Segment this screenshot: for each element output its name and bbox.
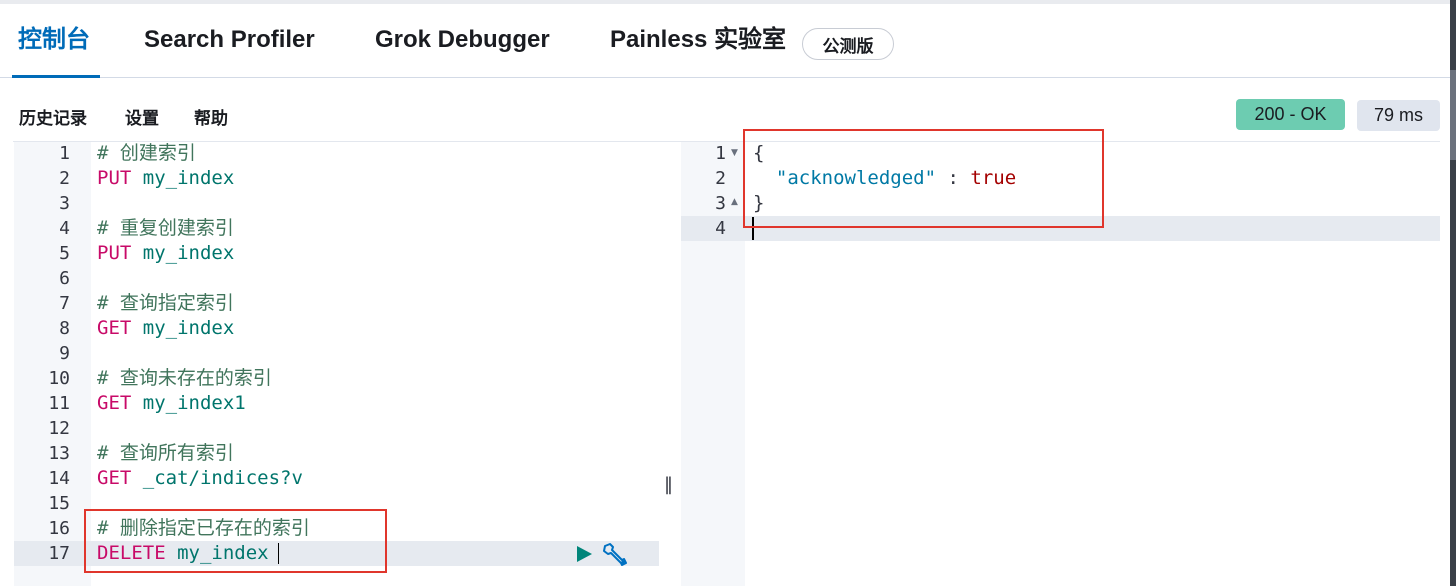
request-path: my_index (142, 242, 235, 264)
request-line-number: 14 (48, 468, 70, 489)
request-line-number: 17 (48, 543, 70, 564)
page-scrollbar[interactable] (1450, 0, 1456, 586)
tab-painless-lab[interactable]: Painless 实验室 (610, 24, 786, 56)
scrollbar-thumb[interactable] (1450, 70, 1456, 160)
code-line[interactable]: GET _cat/indices?v (97, 466, 303, 491)
http-method: GET (97, 467, 132, 489)
code-comment: # 删除指定已存在的索引 (97, 517, 310, 539)
beta-badge: 公测版 (802, 28, 894, 60)
response-line-number: 1 (715, 143, 726, 164)
json-open-brace: { (753, 142, 765, 164)
dev-tools-tabs: 控制台 Search Profiler Grok Debugger Painle… (0, 4, 1450, 78)
request-line-number: 9 (59, 343, 70, 364)
request-path: _cat/indices?v (142, 467, 303, 489)
request-line-number: 12 (48, 418, 70, 439)
help-link[interactable]: 帮助 (194, 104, 228, 129)
request-path: my_index (142, 317, 235, 339)
code-comment: # 创建索引 (97, 142, 196, 164)
json-line: "acknowledged" : true (753, 166, 1016, 191)
request-path: my_index (142, 167, 235, 189)
code-line[interactable]: GET my_index1 (97, 391, 246, 416)
request-line-number: 7 (59, 293, 70, 314)
response-line-number: 2 (715, 168, 726, 189)
history-link[interactable]: 历史记录 (19, 104, 87, 129)
request-line-number: 2 (59, 168, 70, 189)
http-method: PUT (97, 242, 132, 264)
code-comment: # 查询所有索引 (97, 442, 234, 464)
code-line[interactable]: GET my_index (97, 316, 234, 341)
code-line[interactable]: PUT my_index (97, 241, 234, 266)
request-line-number: 13 (48, 443, 70, 464)
wrench-icon[interactable] (601, 542, 627, 566)
request-line-number: 16 (48, 518, 70, 539)
code-line[interactable]: # 查询所有索引 (97, 441, 234, 466)
json-colon: : (936, 167, 971, 189)
request-line-number: 10 (48, 368, 70, 389)
code-line[interactable]: # 删除指定已存在的索引 (97, 516, 310, 541)
tab-grok-debugger[interactable]: Grok Debugger (375, 24, 550, 56)
request-line-number: 8 (59, 318, 70, 339)
http-method: PUT (97, 167, 132, 189)
http-method: GET (97, 392, 132, 414)
fold-expand-icon[interactable]: ▲ (731, 197, 738, 207)
code-line[interactable]: # 查询未存在的索引 (97, 366, 272, 391)
resize-handle-icon[interactable]: ‖ (664, 474, 673, 495)
response-text-cursor (752, 217, 754, 240)
request-text-cursor (278, 543, 279, 564)
request-path: my_index (177, 542, 269, 564)
code-line[interactable]: DELETE my_index (97, 541, 269, 566)
active-tab-indicator (12, 75, 100, 78)
code-comment: # 重复创建索引 (97, 217, 234, 239)
json-value: true (970, 167, 1017, 189)
play-icon[interactable] (574, 544, 594, 564)
request-time-badge: 79 ms (1357, 100, 1440, 131)
http-method: DELETE (97, 542, 166, 564)
request-line-number: 15 (48, 493, 70, 514)
request-line-number: 5 (59, 243, 70, 264)
request-line-number: 6 (59, 268, 70, 289)
code-comment: # 查询指定索引 (97, 292, 234, 314)
code-line[interactable]: # 创建索引 (97, 141, 196, 166)
request-line-number: 3 (59, 193, 70, 214)
code-line[interactable]: PUT my_index (97, 166, 234, 191)
json-close-brace: } (753, 192, 765, 214)
code-line[interactable]: # 查询指定索引 (97, 291, 234, 316)
response-active-line-highlight (681, 216, 1440, 241)
status-badge: 200 - OK (1236, 99, 1345, 130)
request-path: my_index1 (142, 392, 246, 414)
fold-collapse-icon[interactable]: ▼ (731, 148, 738, 158)
code-line[interactable]: # 重复创建索引 (97, 216, 234, 241)
json-key: "acknowledged" (775, 167, 937, 189)
response-editor (681, 142, 1440, 586)
response-line-number: 3 (715, 193, 726, 214)
settings-link[interactable]: 设置 (125, 104, 159, 129)
response-line-number: 4 (715, 218, 726, 239)
tab-search-profiler[interactable]: Search Profiler (144, 24, 315, 56)
tab-console[interactable]: 控制台 (18, 24, 90, 56)
http-method: GET (97, 317, 132, 339)
code-comment: # 查询未存在的索引 (97, 367, 272, 389)
request-line-number: 1 (59, 143, 70, 164)
request-line-number: 11 (48, 393, 70, 414)
request-line-number: 4 (59, 218, 70, 239)
